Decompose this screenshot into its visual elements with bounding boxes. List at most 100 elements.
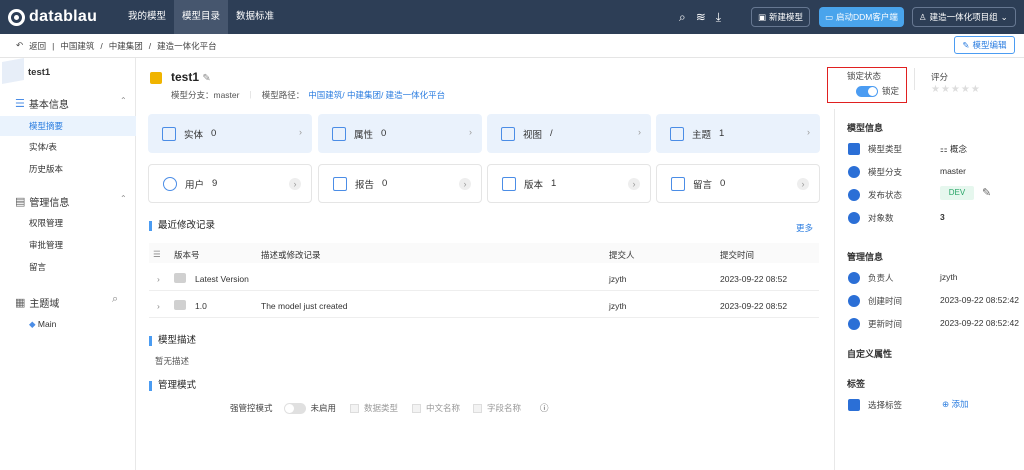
objects-row: 对象数 [848,212,894,224]
card-value: 1 [719,128,725,139]
chevron-up-icon[interactable]: ⌃ [120,194,127,203]
card-label: 主题 [692,129,712,141]
sidebar-item-entities[interactable]: 实体/表 [0,137,136,157]
top-icons: ⌕ ≋ ⤓ [679,10,721,25]
card-views[interactable]: 视图 / › [487,114,651,153]
back-icon[interactable]: ↶ [16,40,23,51]
edit-icon[interactable]: ✎ [982,186,991,199]
option-field-name[interactable]: 字段名称 [473,402,521,414]
mgmt-info-title: 管理信息 [847,252,884,262]
breadcrumb-2[interactable]: 中建集团 [109,40,143,52]
option-data-type[interactable]: 数据类型 [350,402,398,414]
card-versions[interactable]: 版本 1 › [487,164,651,203]
model-type-text: 概念 [950,144,968,154]
sidebar-item-approval[interactable]: 审批管理 [0,235,136,255]
option-cn-name[interactable]: 中文名称 [412,402,460,414]
chevron-right-icon: › [638,127,641,137]
project-selector[interactable]: ♙ 建造一体化项目组 ⌄ [912,7,1016,27]
cube-icon [848,143,860,155]
owner-label: 负责人 [868,273,894,283]
new-model-button[interactable]: ▣ 新建模型 [751,7,811,27]
info-icon[interactable]: ⓘ [540,402,549,414]
strict-mode-toggle[interactable] [283,402,306,414]
card-value: 1 [551,178,557,189]
path-link[interactable]: 中国建筑/ 中建集团/ 建造一体化平台 [308,89,445,101]
checkbox[interactable] [473,403,482,413]
layers-icon[interactable]: ≋ [696,10,706,25]
clock-icon [848,295,860,307]
separator: / [100,40,103,51]
send-icon [848,189,860,201]
branch-icon [848,166,860,178]
nav-model-catalog[interactable]: 模型目录 [174,0,229,34]
columns-icon [332,126,346,141]
card-value: 0 [382,178,388,189]
created-value: 2023-09-22 08:52:42 [940,295,1019,305]
mgmt-info-section[interactable]: ▤ 管理信息 [15,194,69,209]
checkbox[interactable] [350,403,359,413]
ddm-client-button[interactable]: ▭ 启动DDM客户端 [819,7,904,27]
edit-icon: ✎ [962,39,970,50]
card-users[interactable]: 用户 9 › [148,164,312,203]
breadcrumb-3[interactable]: 建造一体化平台 [157,40,217,52]
branch-label: 模型分支：master [171,90,240,100]
card-attributes[interactable]: 属性 0 › [318,114,482,153]
share-icon [848,212,860,224]
nav-my-models[interactable]: 我的模型 [120,0,174,34]
card-comments[interactable]: 留言 0 › [656,164,820,203]
brand-logo[interactable]: datablau [8,8,97,26]
chevron-right-icon[interactable]: › [157,274,160,284]
columns-setting-icon[interactable]: ☰ [153,249,161,260]
nav-data-standard[interactable]: 数据标准 [228,0,282,34]
users-icon [163,176,177,191]
model-meta: 模型分支：master | 模型路径： 中国建筑/ 中建集团/ 建造一体化平台 [171,89,445,101]
table-row[interactable]: › 1.0 The model just created jzyth 2023-… [149,292,819,318]
basic-info-section[interactable]: ☰ 基本信息 [15,96,69,111]
owner-row: 负责人 [848,272,894,284]
sidebar-item-permission[interactable]: 权限管理 [0,213,136,233]
lock-toggle[interactable] [856,86,878,97]
model-name: test1 [28,67,51,78]
tag-icon [848,399,860,411]
user-icon: ♙ [919,11,927,22]
table-row[interactable]: › Latest Version jzyth 2023-09-22 08:52 [149,265,819,291]
card-topics[interactable]: 主题 1 › [656,114,820,153]
rating-stars[interactable]: ★★★★★ [931,84,981,95]
domain-icon: ◆ [29,319,36,329]
model-edit-button[interactable]: ✎ 模型编辑 [954,36,1015,54]
sidebar-item-history[interactable]: 历史版本 [0,159,136,179]
download-icon[interactable]: ⤓ [716,10,721,25]
person-icon [848,272,860,284]
sidebar-item-comments[interactable]: 留言 [0,257,136,277]
updated-row: 更新时间 [848,318,902,330]
card-reports[interactable]: 报告 0 › [318,164,482,203]
card-value: 9 [212,178,218,189]
chevron-right-icon: › [797,178,809,190]
monitor-icon: ▭ [825,11,834,22]
back-link[interactable]: 返回 [29,40,46,52]
search-icon[interactable]: ⌕ [679,10,686,25]
breadcrumb-1[interactable]: 中国建筑 [60,40,94,52]
search-icon[interactable]: ⌕ [112,293,118,306]
chevron-right-icon: › [289,178,301,190]
lock-status-box: 锁定状态 锁定 [827,67,907,103]
select-tag-row[interactable]: 选择标签 [848,399,902,411]
owner-value: jzyth [940,272,958,282]
checkbox[interactable] [412,403,421,413]
card-entities[interactable]: 实体 0 › [148,114,312,153]
basic-info-label: 基本信息 [28,100,69,111]
sidebar-item-summary[interactable]: 模型摘要 [0,116,136,136]
objects-value: 3 [940,212,945,222]
option-label: 中文名称 [426,403,461,413]
sidebar-item-main[interactable]: ◆ Main [0,314,136,334]
domain-section[interactable]: ▦ 主题域 [15,295,59,310]
chevron-up-icon[interactable]: ⌃ [120,96,127,105]
model-title: test1 [171,70,200,84]
chevron-right-icon[interactable]: › [157,301,160,311]
more-link[interactable]: 更多 [796,222,813,234]
top-bar: datablau 我的模型 模型目录 数据标准 ⌕ ≋ ⤓ ▣ 新建模型 ▭ 启… [0,0,1024,34]
add-tag-button[interactable]: ⊕ 添加 [942,398,969,410]
custom-attr-title: 自定义属性 [847,349,893,359]
edit-icon[interactable]: ✎ [202,73,210,84]
ddm-client-label: 启动DDM客户端 [836,12,898,22]
